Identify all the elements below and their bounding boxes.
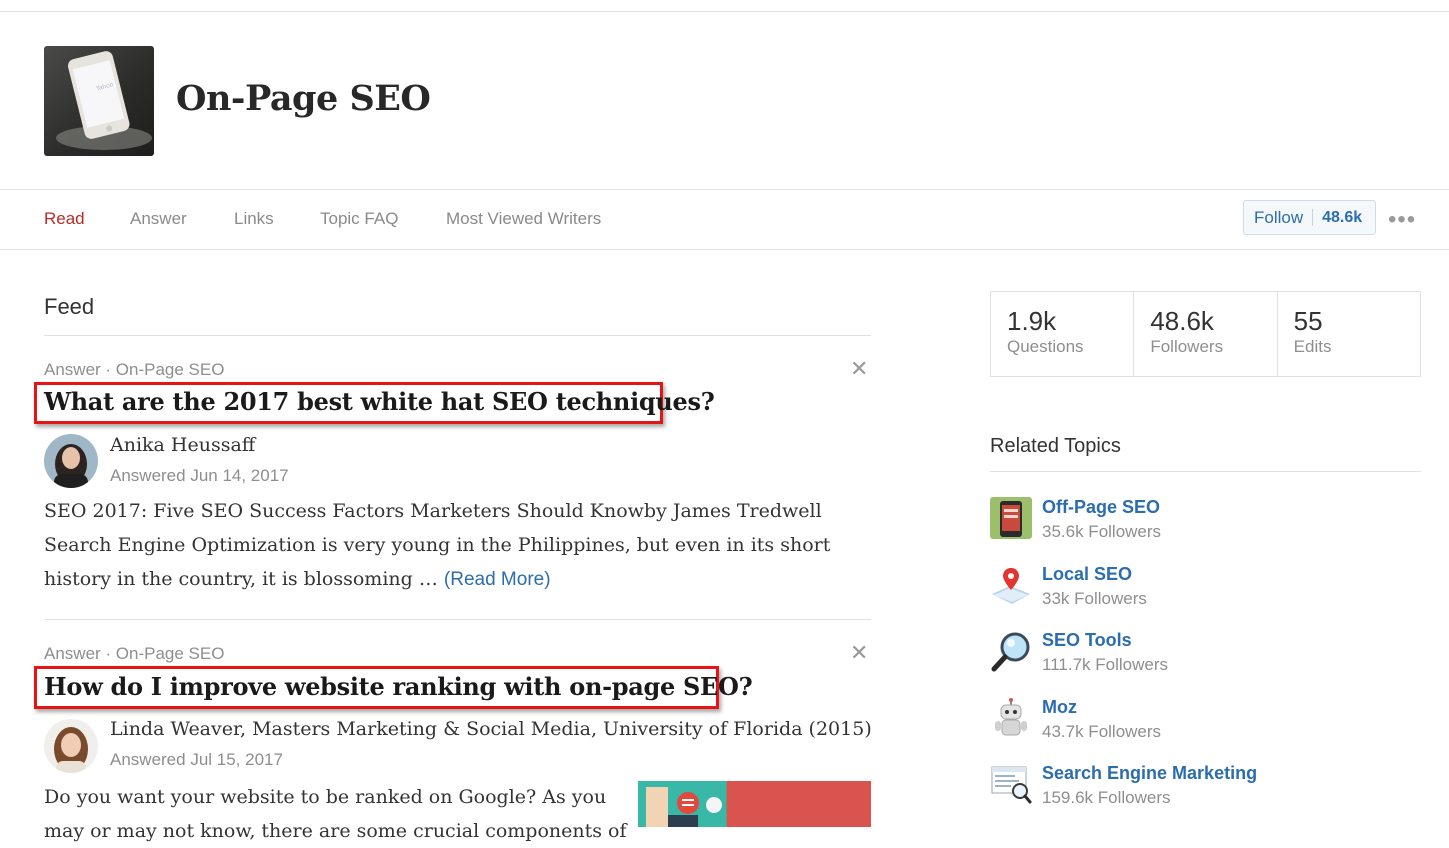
related-topics-title: Related Topics <box>990 435 1121 457</box>
avatar[interactable] <box>44 434 98 488</box>
stat-questions[interactable]: 1.9k Questions <box>991 292 1135 376</box>
robot-icon[interactable] <box>990 697 1032 739</box>
stat-label: Edits <box>1293 337 1332 356</box>
follow-label: Follow <box>1254 207 1304 227</box>
nav-bottom-divider <box>0 249 1449 250</box>
tab-read[interactable]: Read <box>44 209 85 229</box>
stat-label: Followers <box>1150 337 1224 356</box>
related-topic-followers: 35.6k Followers <box>1042 522 1162 541</box>
stat-followers[interactable]: 48.6k Followers <box>1134 292 1278 376</box>
tab-most-viewed-writers[interactable]: Most Viewed Writers <box>446 209 601 229</box>
stat-label: Questions <box>1007 337 1084 356</box>
author-name[interactable]: Linda Weaver, Masters Marketing & Social… <box>110 718 872 740</box>
magnifier-icon[interactable] <box>990 630 1032 672</box>
stat-value: 1.9k <box>1007 306 1057 336</box>
follow-count: 48.6k <box>1322 208 1363 226</box>
related-topic-followers: 111.7k Followers <box>1042 655 1168 674</box>
answered-date: Answered Jul 15, 2017 <box>110 750 283 769</box>
close-icon[interactable]: ✕ <box>850 640 868 666</box>
author-name[interactable]: Anika Heussaff <box>110 434 255 456</box>
snippet-text: SEO 2017: Five SEO Success Factors Marke… <box>44 500 831 590</box>
follow-divider <box>1312 209 1314 226</box>
related-topic-followers: 159.6k Followers <box>1042 788 1171 807</box>
feed-title: Feed <box>44 294 95 319</box>
question-title[interactable]: How do I improve website ranking with on… <box>44 672 753 701</box>
top-divider <box>0 11 1449 12</box>
answer-snippet[interactable]: SEO 2017: Five SEO Success Factors Marke… <box>44 494 874 597</box>
answer-thumbnail[interactable] <box>638 781 871 827</box>
related-topic-link[interactable]: Search Engine Marketing <box>1042 763 1257 784</box>
feed-item-meta: Answer · On-Page SEO <box>44 644 225 663</box>
page-title: On-Page SEO <box>176 78 431 119</box>
related-topic-link[interactable]: Local SEO <box>1042 564 1132 585</box>
snippet-line: may or may not know, there are some cruc… <box>44 820 627 842</box>
close-icon[interactable]: ✕ <box>850 356 868 382</box>
related-topic-followers: 33k Followers <box>1042 589 1147 608</box>
related-divider <box>990 471 1421 472</box>
snippet-line: Do you want your website to be ranked on… <box>44 786 607 808</box>
topic-stats: 1.9k Questions 48.6k Followers 55 Edits <box>990 291 1421 377</box>
related-topic-link[interactable]: Off-Page SEO <box>1042 497 1160 518</box>
search-screen-icon[interactable] <box>990 763 1032 805</box>
question-title[interactable]: What are the 2017 best white hat SEO tec… <box>44 387 715 416</box>
stat-value: 55 <box>1293 306 1323 336</box>
read-more-link[interactable]: (Read More) <box>444 569 551 590</box>
related-topic-followers: 43.7k Followers <box>1042 722 1162 741</box>
follow-button[interactable]: Follow 48.6k <box>1243 200 1376 235</box>
feed-item-divider <box>44 619 871 620</box>
avatar[interactable] <box>44 719 98 773</box>
answer-snippet[interactable]: Do you want your website to be ranked on… <box>44 780 627 848</box>
feed-item-meta: Answer · On-Page SEO <box>44 360 225 379</box>
tab-answer[interactable]: Answer <box>130 209 187 229</box>
nav-top-divider <box>0 189 1449 190</box>
map-pin-icon[interactable] <box>990 564 1032 606</box>
tab-topic-faq[interactable]: Topic FAQ <box>320 209 398 229</box>
related-topic-link[interactable]: SEO Tools <box>1042 630 1132 651</box>
stat-edits[interactable]: 55 Edits <box>1278 292 1420 376</box>
topic-photo: Yahoo <box>44 46 154 156</box>
tab-links[interactable]: Links <box>234 209 274 229</box>
phone-app-icon[interactable] <box>990 497 1032 539</box>
related-topic-link[interactable]: Moz <box>1042 697 1077 718</box>
answered-date: Answered Jun 14, 2017 <box>110 466 289 485</box>
feed-divider <box>44 335 871 336</box>
ellipsis-icon[interactable]: ••• <box>1388 206 1416 234</box>
stat-value: 48.6k <box>1150 306 1214 336</box>
